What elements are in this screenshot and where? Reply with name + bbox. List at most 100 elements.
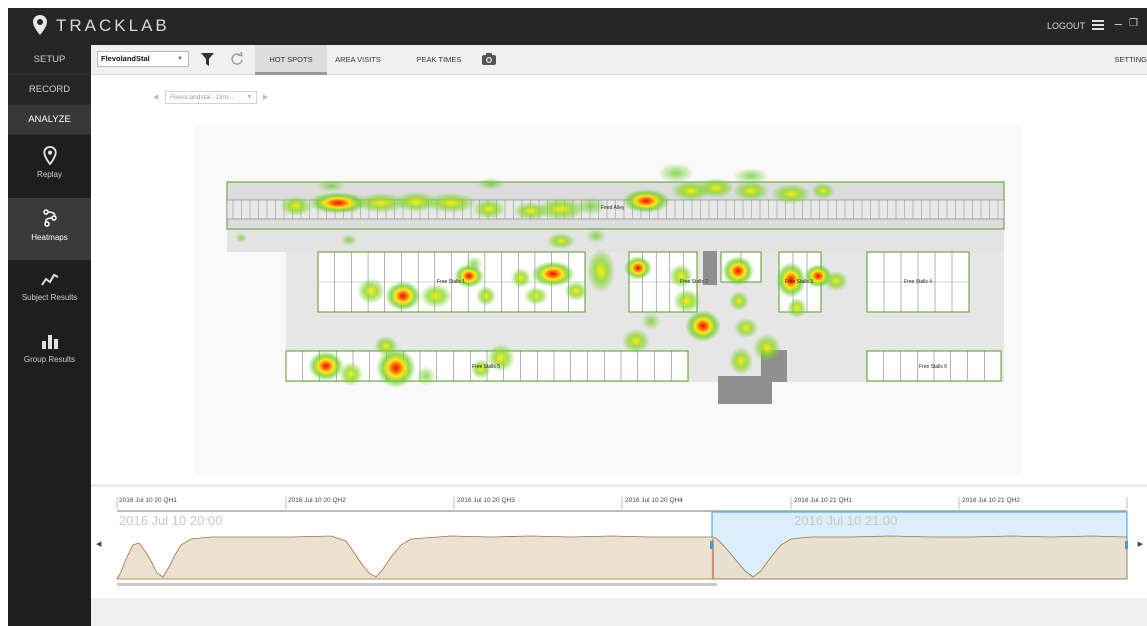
heat-blob bbox=[729, 291, 749, 311]
heatmap-icon bbox=[42, 209, 57, 227]
nav-item-label: Subject Results bbox=[21, 293, 78, 302]
heat-blob bbox=[531, 261, 575, 287]
chevron-right-icon[interactable]: ▶ bbox=[263, 93, 268, 101]
range-handle-left[interactable] bbox=[710, 541, 713, 549]
stall-label-4: Free Stalls 4 bbox=[904, 279, 932, 285]
tab-hot-spots[interactable]: HOT SPOTS bbox=[255, 45, 327, 75]
nav-item-label: Group Results bbox=[23, 355, 76, 364]
heat-blob bbox=[317, 180, 345, 192]
nav-item-label: Heatmaps bbox=[31, 233, 68, 242]
nav-item-label: Replay bbox=[37, 170, 62, 179]
chevron-down-icon: ▼ bbox=[247, 94, 252, 100]
zone-select-value: FlevoLandstal - Drin... bbox=[170, 94, 234, 101]
logout-button[interactable]: LOGOUT bbox=[1047, 21, 1085, 31]
heat-blob bbox=[385, 281, 421, 311]
heat-blob bbox=[641, 312, 661, 330]
timeline-tick-label: 2016 Jul 10 20 QH4 bbox=[625, 497, 683, 504]
status-bar bbox=[91, 598, 1147, 626]
heat-blob bbox=[341, 234, 357, 246]
title-bar: TRACKLAB LOGOUT – ❐ bbox=[8, 8, 1147, 45]
feed-alley-label: Feed Alley bbox=[601, 205, 625, 211]
nav-record[interactable]: RECORD bbox=[8, 75, 91, 105]
filter-icon[interactable] bbox=[201, 53, 214, 66]
heat-blob bbox=[465, 256, 483, 272]
zone-select[interactable]: FlevoLandstal - Drin... ▼ bbox=[165, 91, 257, 104]
heat-blob bbox=[477, 178, 505, 190]
chevron-left-icon[interactable]: ◀ bbox=[153, 93, 158, 101]
tab-peak-times[interactable]: PEAK TIMES bbox=[409, 45, 469, 75]
heat-blob bbox=[416, 366, 436, 386]
minimize-icon[interactable]: – bbox=[1115, 16, 1122, 31]
timeline-hour-label: 2016 Jul 10 21:00 bbox=[794, 513, 898, 528]
heat-blob bbox=[734, 318, 758, 338]
heat-blob bbox=[339, 362, 363, 386]
stall-label-6: Free Stalls 6 bbox=[919, 364, 947, 370]
range-handle-right[interactable] bbox=[1125, 541, 1128, 549]
heat-blob bbox=[722, 256, 754, 286]
timeline-tick-label: 2016 Jul 10 20 QH2 bbox=[288, 497, 346, 504]
heat-blob bbox=[787, 298, 807, 318]
stall-label-3: Free Stalls 3 bbox=[785, 279, 813, 285]
heat-blob bbox=[587, 249, 615, 293]
timeline-tick-label: 2016 Jul 10 20 QH1 bbox=[119, 497, 177, 504]
hamburger-menu-icon[interactable] bbox=[1092, 20, 1104, 30]
heat-blob bbox=[698, 178, 734, 198]
heat-blob bbox=[729, 347, 753, 375]
tab-area-visits[interactable]: AREA VISITS bbox=[328, 45, 388, 75]
nav-setup[interactable]: SETUP bbox=[8, 45, 91, 75]
line-trend-icon bbox=[40, 273, 58, 286]
heat-blob bbox=[586, 229, 606, 243]
nav-item-heatmaps[interactable]: Heatmaps bbox=[8, 198, 91, 260]
nav-item-group-results[interactable]: Group Results bbox=[8, 322, 91, 384]
heat-blob bbox=[476, 286, 496, 306]
heat-blob bbox=[280, 196, 312, 216]
heat-blob bbox=[420, 284, 452, 308]
left-nav: SETUP RECORD ANALYZE Replay Heatmaps Sub… bbox=[8, 45, 91, 626]
heat-blob bbox=[624, 256, 652, 280]
heat-blob bbox=[547, 233, 575, 249]
heat-blob bbox=[235, 233, 247, 243]
scroll-right-icon[interactable]: ▶ bbox=[1138, 540, 1143, 548]
nav-analyze[interactable]: ANALYZE bbox=[8, 105, 91, 135]
heat-blob bbox=[564, 281, 588, 301]
obstacle-block bbox=[718, 376, 772, 404]
stall-label-5: Free Stalls 5 bbox=[472, 364, 500, 370]
heat-blob bbox=[622, 329, 650, 353]
toolbar: FlevolandStal ▼ HOT SPOTS AREA VISITS PE… bbox=[91, 45, 1147, 75]
chevron-down-icon: ▼ bbox=[177, 56, 183, 62]
heat-blob bbox=[685, 310, 721, 342]
heat-blob bbox=[357, 278, 385, 304]
heat-blob bbox=[753, 334, 781, 362]
activity-area bbox=[116, 535, 1128, 580]
heat-blob bbox=[473, 199, 505, 219]
heatmap-panel: Feed Alley Free Stalls 1 Free Stalls 2 F… bbox=[91, 76, 1147, 484]
timeline-hour-label: 2016 Jul 10 20:00 bbox=[119, 513, 223, 528]
bar-chart-icon bbox=[41, 335, 58, 349]
timeline-scrollbar[interactable] bbox=[117, 583, 717, 586]
nav-item-subject-results[interactable]: Subject Results bbox=[8, 260, 91, 322]
heat-blob bbox=[622, 189, 670, 213]
heatmap-canvas[interactable]: Feed Alley Free Stalls 1 Free Stalls 2 F… bbox=[91, 76, 1147, 484]
restore-icon[interactable]: ❐ bbox=[1129, 18, 1138, 29]
camera-icon[interactable] bbox=[482, 53, 496, 65]
logo-pin-icon bbox=[33, 15, 47, 35]
nav-item-replay[interactable]: Replay bbox=[8, 136, 91, 198]
stall-label-1: Free Stalls 1 bbox=[437, 279, 465, 285]
scroll-left-icon[interactable]: ◀ bbox=[96, 540, 101, 548]
settings-link[interactable]: SETTING bbox=[1114, 45, 1147, 75]
heat-blob bbox=[673, 289, 701, 313]
heat-blob bbox=[511, 268, 531, 288]
map-pin-icon bbox=[42, 146, 57, 165]
refresh-icon[interactable] bbox=[230, 52, 244, 66]
heat-blob bbox=[733, 168, 769, 184]
heat-blob bbox=[374, 336, 398, 356]
timeline-panel: 2016 Jul 10 20 QH1 2016 Jul 10 20 QH2 20… bbox=[91, 484, 1147, 598]
stall-label-2: Free Stalls 2 bbox=[680, 279, 708, 285]
app-title: TRACKLAB bbox=[56, 16, 170, 35]
heat-blob bbox=[771, 184, 811, 204]
heat-blob bbox=[658, 163, 694, 183]
dataset-select[interactable]: FlevolandStal ▼ bbox=[97, 51, 189, 67]
heat-blob bbox=[308, 351, 344, 381]
heat-blob bbox=[524, 287, 548, 305]
dataset-select-value: FlevolandStal bbox=[101, 54, 150, 63]
